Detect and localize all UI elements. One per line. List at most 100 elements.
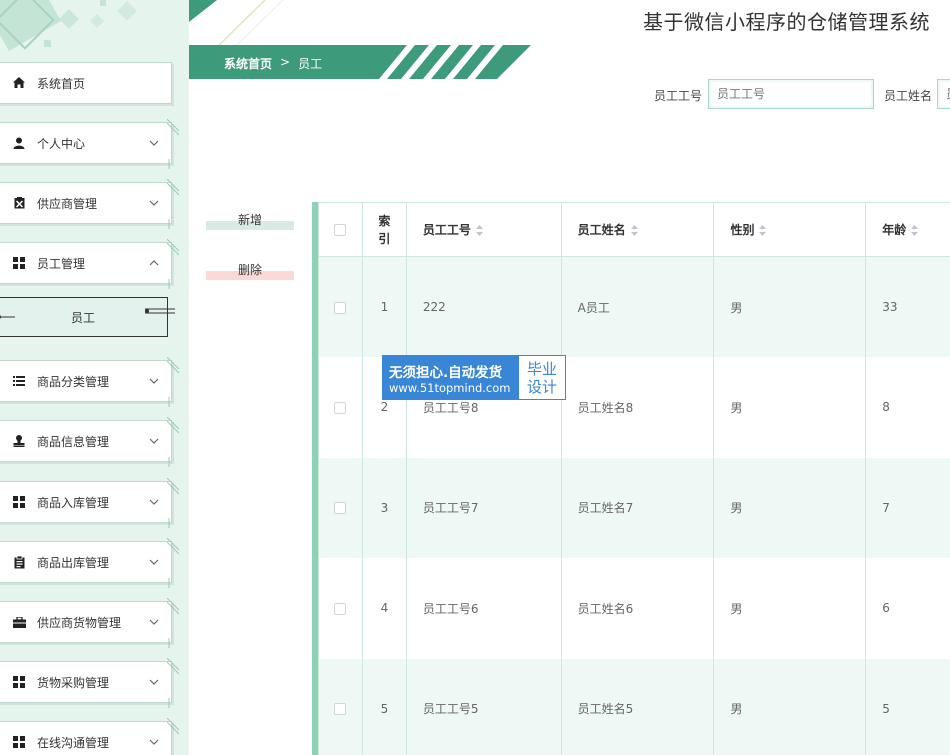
sidebar-subitem-label: 员工 [70,310,95,325]
chevron-down-icon[interactable] [149,557,159,567]
sidebar-item-10[interactable]: 在线沟通管理 [0,718,179,755]
home-icon [12,76,26,90]
cell-emp-no: 222 [405,256,562,357]
column-header-gender[interactable]: 性别 [713,202,867,257]
chevron-down-icon[interactable] [149,376,159,386]
chevron-down-icon[interactable] [149,737,159,747]
cell-emp-name: 员工姓名6 [560,558,715,659]
watermark-line2: www.51topmind.com [389,380,511,395]
menu-hatch-decoration [167,357,179,407]
select-all-checkbox[interactable] [334,224,347,236]
search-label-emp-name: 员工姓名 [884,89,933,103]
cell-gender: 男 [713,558,867,659]
cell-gender: 男 [713,658,867,755]
menu-hatch-decoration [167,119,179,169]
table-row[interactable]: 5 员工工号5 员工姓名5 男 5 [318,658,950,755]
column-header-index: 索引 [361,202,407,257]
table-row[interactable]: 3 员工工号7 员工姓名7 男 7 [318,457,950,558]
breadcrumb: 系统首页 > 员工 [189,45,531,79]
menu-hatch-decoration [167,417,179,467]
menu-hatch-decoration [167,718,179,735]
sort-icon[interactable] [630,225,638,236]
sidebar-item-4[interactable]: 商品分类管理 [0,357,179,407]
sidebar-item-9[interactable]: 货物采购管理 [0,658,179,708]
sidebar-item-3[interactable]: 员工管理 [0,239,179,289]
stamp-icon [12,434,26,448]
breadcrumb-current: 员工 [298,57,323,71]
cell-emp-no: 员工工号6 [405,558,562,659]
sidebar-item-0[interactable]: 系统首页 [0,62,172,104]
user-icon [12,136,26,150]
chevron-down-icon[interactable] [149,617,159,627]
menu-hatch-decoration [167,658,179,708]
column-header-age[interactable]: 年龄 [865,202,950,257]
column-header-gender-label: 性别 [730,223,755,237]
employee-table: 索引 员工工号 员工姓名 性别 年龄 1 222 A员工男 33 2 员工工号8 员工姓名8… [312,202,950,755]
delete-button[interactable]: 删除 [206,258,294,280]
sidebar-item-2[interactable]: 供应商管理 [0,179,179,229]
table-row[interactable]: 1 222 A员工男 33 [318,256,950,357]
cell-emp-name: 员工姓名5 [560,658,715,755]
grid-icon [12,675,26,689]
sidebar-item-5[interactable]: 商品信息管理 [0,417,179,467]
cell-index: 5 [361,658,407,755]
sort-icon[interactable] [911,225,919,236]
chevron-up-icon[interactable] [149,258,159,268]
chevron-down-icon[interactable] [149,138,159,148]
sidebar-item-8[interactable]: 供应商货物管理 [0,598,179,648]
sidebar-item-label: 供应商货物管理 [37,615,122,630]
row-checkbox[interactable] [334,502,347,515]
arrow-right-icon [145,308,175,314]
sidebar-item-label: 供应商管理 [37,196,98,211]
search-label-emp-no: 员工工号 [654,89,703,103]
row-checkbox[interactable] [334,401,347,414]
cell-index: 1 [361,256,407,357]
cell-emp-name: A员工 [560,256,715,357]
add-button[interactable]: 新增 [206,208,294,230]
sidebar-item-6[interactable]: 商品入库管理 [0,478,179,528]
sidebar-item-7[interactable]: 商品出库管理 [0,538,179,588]
column-header-emp-name-label: 员工姓名 [577,223,626,237]
sidebar-item-label: 个人中心 [37,136,86,151]
row-select-cell [318,658,363,755]
watermark-right2: 设计 [526,377,557,396]
cell-emp-no: 员工工号7 [405,457,562,558]
sort-icon[interactable] [475,225,483,236]
row-checkbox[interactable] [334,703,347,716]
header-decoration [189,0,284,45]
sidebar-item-label: 商品信息管理 [37,434,110,449]
sidebar-item-label: 系统首页 [37,76,86,91]
sidebar-decoration [0,0,137,51]
column-header-emp-no[interactable]: 员工工号 [405,202,562,257]
row-checkbox[interactable] [334,301,347,314]
cell-age: 33 [865,256,950,357]
grid-icon [12,495,26,509]
breadcrumb-home[interactable]: 系统首页 [224,55,272,72]
sort-icon[interactable] [759,225,767,236]
table-row[interactable]: 4 员工工号6 员工姓名6 男 6 [318,558,950,659]
menu-hatch-decoration [167,538,179,588]
briefcase-icon [12,615,26,629]
sidebar-subitem-employee[interactable]: 员工 [0,297,175,337]
chevron-down-icon[interactable] [149,436,159,446]
search-input-emp-no[interactable] [708,79,874,109]
cell-age: 7 [865,457,950,558]
cell-index: 4 [361,558,407,659]
column-header-emp-name[interactable]: 员工姓名 [560,202,715,257]
watermark-right1: 毕业 [526,359,557,378]
chevron-down-icon[interactable] [149,497,159,507]
search-input-emp-name[interactable] [937,79,950,109]
cell-index: 3 [361,457,407,558]
chevron-down-icon[interactable] [149,677,159,687]
menu-hatch-decoration [167,478,179,528]
row-checkbox[interactable] [334,602,347,615]
cell-gender: 男 [713,256,867,357]
sidebar-item-1[interactable]: 个人中心 [0,119,179,169]
row-select-cell [318,357,363,458]
cell-gender: 男 [713,357,867,458]
chevron-down-icon[interactable] [149,198,159,208]
clipboard-icon [12,555,26,569]
column-header-emp-no-label: 员工工号 [422,223,471,237]
list-icon [12,374,26,388]
cell-age: 5 [865,658,950,755]
